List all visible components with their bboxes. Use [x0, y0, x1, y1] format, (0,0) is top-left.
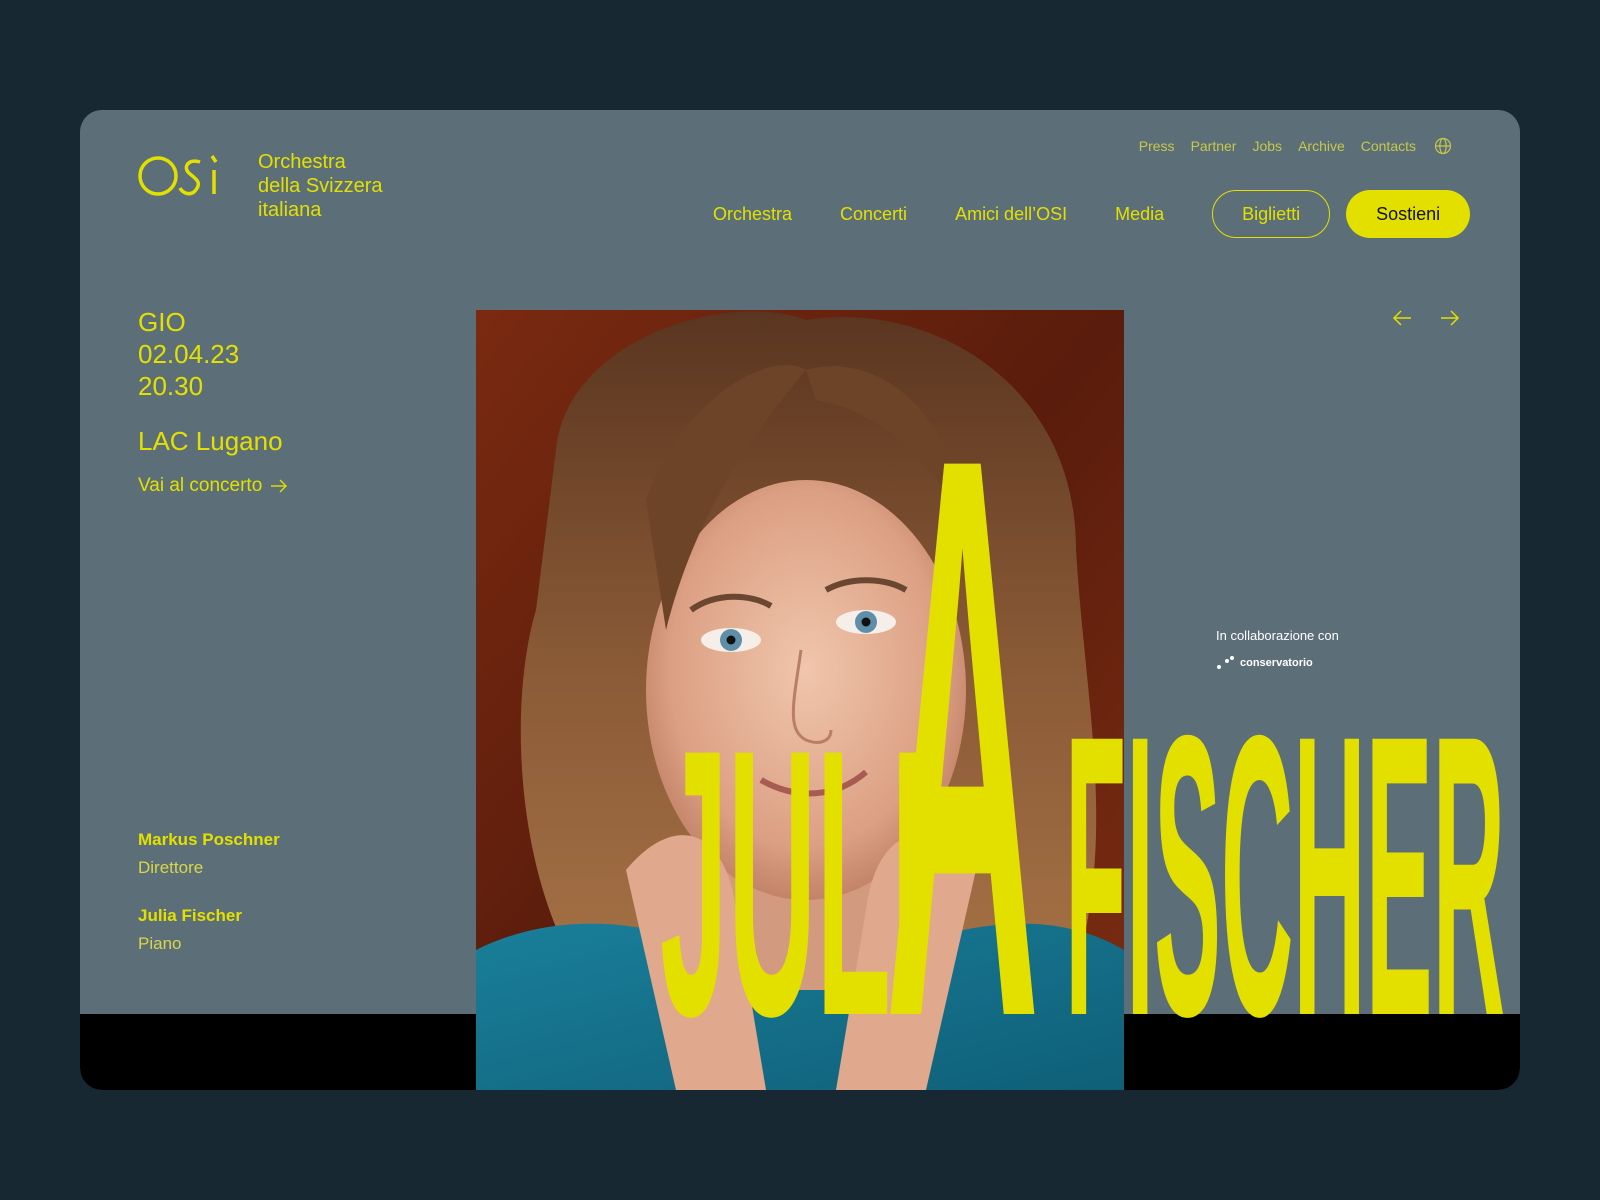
go-to-concert-label: Vai al concerto [138, 475, 263, 496]
utility-link-press[interactable]: Press [1139, 138, 1175, 154]
utility-link-jobs[interactable]: Jobs [1252, 138, 1282, 154]
utility-nav: Press Partner Jobs Archive Contacts [1139, 136, 1452, 156]
artist-list: Markus Poschner Direttore Julia Fischer … [138, 826, 280, 978]
brand-line-2: della Svizzera [258, 175, 383, 197]
event-info: GIO 02.04.23 20.30 LAC Lugano Vai al con… [138, 306, 288, 497]
nav-concerti[interactable]: Concerti [840, 204, 907, 225]
collaboration-label: In collaborazione con [1216, 628, 1339, 643]
hero-card: Orchestra della Svizzera italiana Press … [80, 110, 1520, 1090]
conservatorio-logo-icon [1217, 656, 1234, 669]
main-nav: Orchestra Concerti Amici dell’OSI Media … [713, 190, 1471, 238]
partner-logo[interactable]: conservatorio [1216, 655, 1339, 671]
artist-name: Julia Fischer [138, 906, 242, 925]
support-button[interactable]: Sostieni [1346, 190, 1471, 238]
partner-name: conservatorio [1240, 657, 1313, 669]
artist-item: Markus Poschner Direttore [138, 826, 280, 882]
arrow-right-icon[interactable] [1440, 310, 1460, 326]
artist-role: Direttore [138, 858, 204, 877]
nav-media[interactable]: Media [1115, 204, 1164, 225]
brand-name[interactable]: Orchestra della Svizzera italiana [258, 150, 438, 222]
collaboration-block: In collaborazione con conservatorio [1216, 628, 1339, 671]
event-date: 02.04.23 [138, 339, 240, 369]
nav-orchestra[interactable]: Orchestra [713, 204, 792, 225]
arrow-left-icon[interactable] [1392, 310, 1412, 326]
carousel-controls [1392, 310, 1460, 326]
event-time: 20.30 [138, 371, 204, 401]
globe-icon[interactable] [1434, 137, 1452, 155]
event-day: GIO [138, 307, 186, 337]
nav-amici[interactable]: Amici dell’OSI [955, 204, 1067, 225]
osi-logo-icon[interactable] [138, 150, 222, 196]
arrow-right-icon [271, 479, 288, 493]
event-venue: LAC Lugano [138, 426, 283, 456]
artist-name: Markus Poschner [138, 830, 280, 849]
artist-portrait [476, 310, 1124, 1090]
utility-link-archive[interactable]: Archive [1298, 138, 1345, 154]
utility-link-partner[interactable]: Partner [1191, 138, 1237, 154]
go-to-concert-link[interactable]: Vai al concerto [138, 475, 288, 497]
artist-item: Julia Fischer Piano [138, 902, 280, 958]
brand-line-1: Orchestra [258, 151, 346, 173]
tickets-button[interactable]: Biglietti [1212, 190, 1331, 238]
brand-line-3: italiana [258, 199, 322, 221]
artist-role: Piano [138, 934, 182, 953]
utility-link-contacts[interactable]: Contacts [1361, 138, 1416, 154]
